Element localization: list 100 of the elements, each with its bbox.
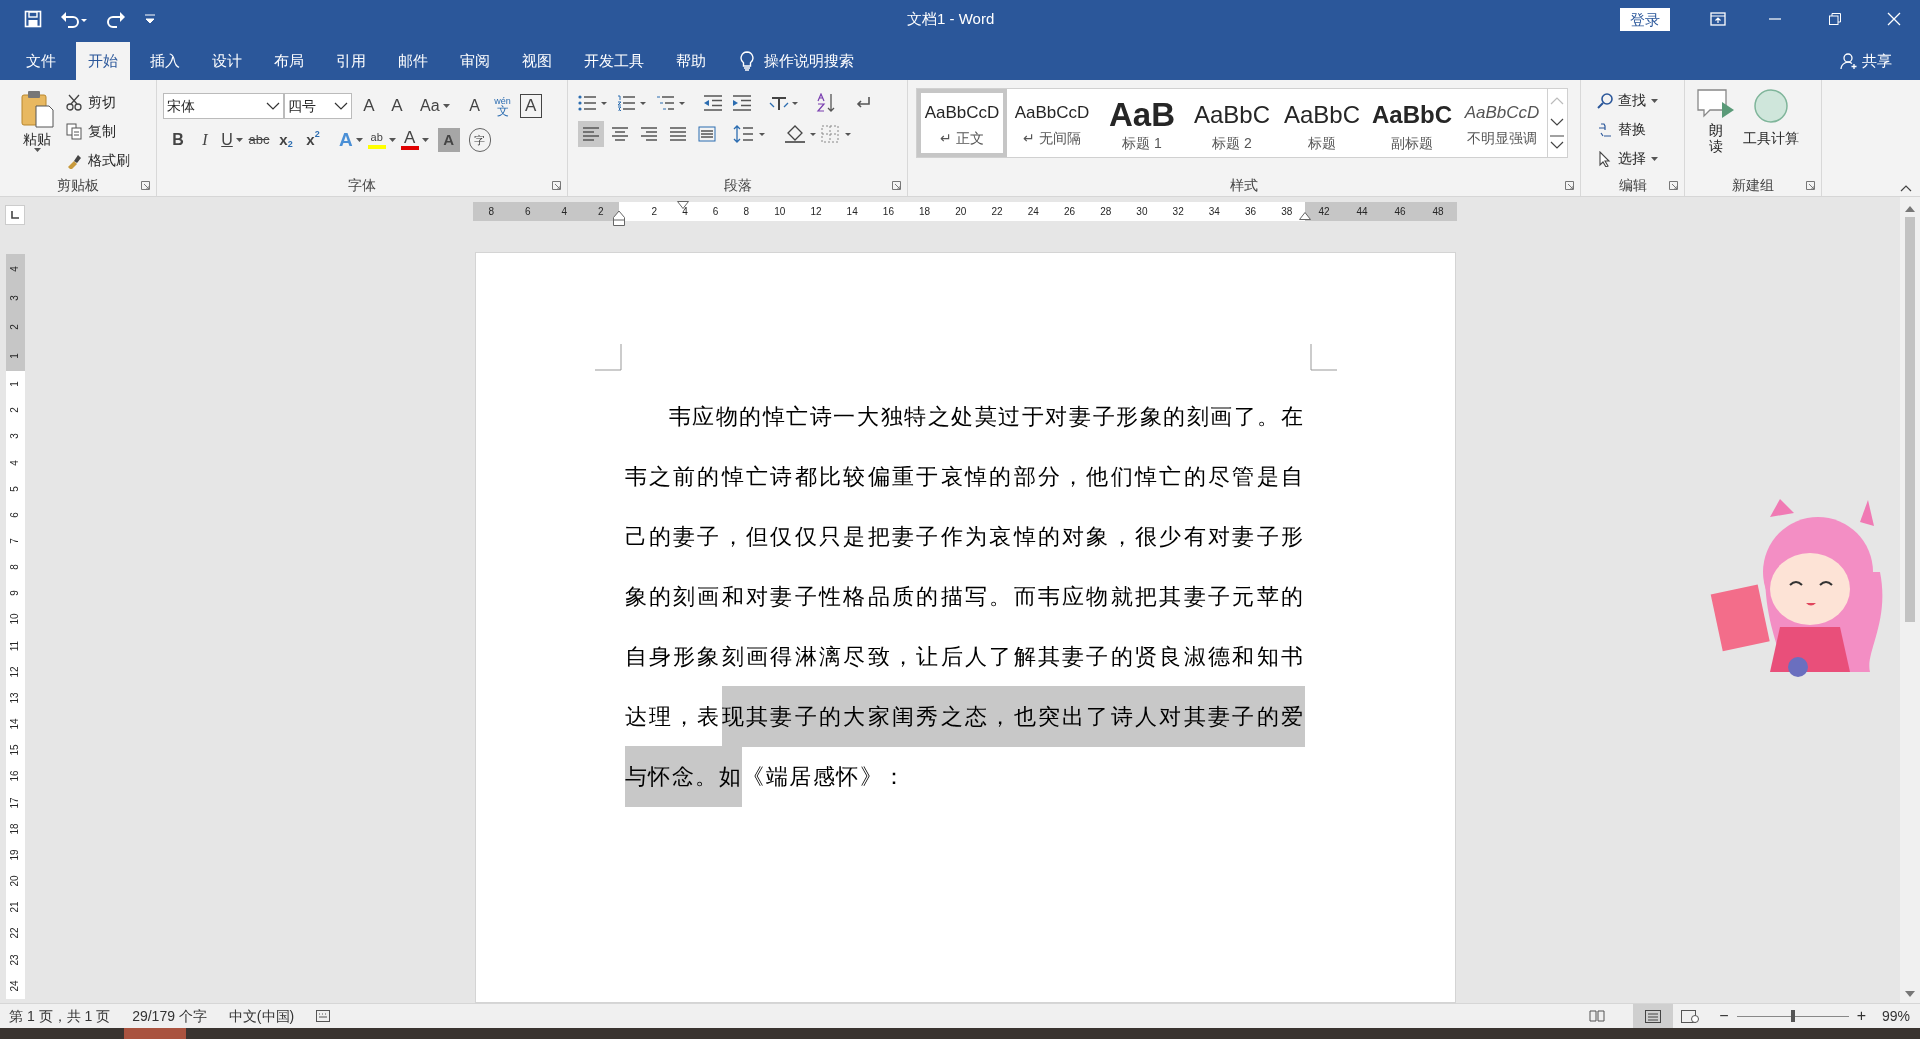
customize-toolbar-icon[interactable] bbox=[144, 14, 156, 24]
zoom-slider[interactable] bbox=[1736, 1010, 1849, 1022]
replace-button[interactable]: 替换 bbox=[1597, 117, 1684, 142]
caret-icon[interactable] bbox=[1651, 98, 1658, 103]
undo-icon[interactable] bbox=[60, 10, 88, 28]
highlight-button[interactable]: ab bbox=[367, 128, 396, 152]
zoom-out-button[interactable]: − bbox=[1719, 1004, 1729, 1028]
caret-icon[interactable] bbox=[388, 138, 396, 142]
numbering-icon[interactable] bbox=[617, 95, 647, 111]
ruler-number: 22 bbox=[991, 205, 1003, 219]
select-button[interactable]: 选择 bbox=[1597, 146, 1684, 171]
ruler-number: 36 bbox=[1245, 205, 1257, 219]
ribbon-tab[interactable]: 插入 bbox=[138, 42, 192, 80]
zoom-percentage[interactable]: 99% bbox=[1881, 1005, 1910, 1027]
dialog-launcher-icon[interactable] bbox=[1565, 181, 1574, 190]
character-shading-button[interactable]: A bbox=[437, 128, 460, 152]
ribbon-tab[interactable]: 文件 bbox=[14, 42, 68, 80]
zoom-slider-thumb[interactable] bbox=[1790, 1010, 1795, 1022]
bullets-icon[interactable] bbox=[578, 95, 608, 111]
caret-icon[interactable] bbox=[442, 104, 450, 108]
web-layout-icon[interactable] bbox=[1681, 1009, 1700, 1023]
decrease-indent-icon[interactable] bbox=[703, 95, 723, 111]
style-option[interactable]: AaBbC 副标题 bbox=[1367, 89, 1457, 157]
tab-selector[interactable] bbox=[5, 205, 25, 225]
style-option[interactable]: AaBbC 标题 bbox=[1277, 89, 1367, 157]
ribbon-tab[interactable]: 邮件 bbox=[386, 42, 440, 80]
read-aloud-button[interactable]: 朗读 bbox=[1699, 88, 1733, 174]
style-option[interactable]: AaBbCcD 不明显强调 bbox=[1457, 89, 1547, 157]
shrink-font-button[interactable]: A bbox=[386, 94, 408, 118]
italic-button[interactable]: I bbox=[194, 128, 216, 152]
vertical-scrollbar[interactable] bbox=[1900, 197, 1920, 1003]
caret-icon[interactable] bbox=[421, 138, 429, 142]
status-text[interactable]: 第 1 页，共 1 页 bbox=[9, 1005, 111, 1027]
tool-calculate-button[interactable]: 工具计算 bbox=[1743, 88, 1799, 174]
ribbon-tab[interactable]: 布局 bbox=[262, 42, 316, 80]
clipboard-command[interactable]: 格式刷 bbox=[66, 148, 130, 173]
change-case-button[interactable]: Aa bbox=[420, 94, 450, 118]
font-color-button[interactable]: A bbox=[400, 128, 429, 152]
caret-icon[interactable] bbox=[1651, 156, 1658, 161]
redo-icon[interactable] bbox=[106, 10, 126, 28]
style-option[interactable]: AaBbCcD ↵ 正文 bbox=[917, 89, 1007, 157]
ribbon-tab[interactable]: 审阅 bbox=[448, 42, 502, 80]
phonetic-guide-button[interactable]: wén 文 bbox=[491, 94, 514, 118]
status-text[interactable]: 中文(中国) bbox=[228, 1005, 295, 1027]
caret-icon[interactable] bbox=[33, 148, 41, 152]
clear-formatting-button[interactable]: A bbox=[463, 94, 486, 118]
dialog-launcher-icon[interactable] bbox=[1806, 181, 1815, 190]
restore-icon[interactable] bbox=[1829, 13, 1841, 25]
bold-button[interactable]: B bbox=[167, 128, 189, 152]
font-size-dropdown[interactable]: 四号 bbox=[284, 93, 352, 119]
style-option[interactable]: AaB 标题 1 bbox=[1097, 89, 1187, 157]
clipboard-command[interactable]: 剪切 bbox=[66, 90, 130, 115]
tell-me-search[interactable]: 操作说明搜索 bbox=[764, 49, 854, 73]
keyboard-icon[interactable] bbox=[316, 1010, 331, 1022]
dialog-launcher-icon[interactable] bbox=[552, 181, 561, 190]
dialog-launcher-icon[interactable] bbox=[141, 181, 150, 190]
multilevel-list-icon[interactable] bbox=[656, 95, 686, 111]
ribbon-tab[interactable]: 设计 bbox=[200, 42, 254, 80]
ribbon-tab[interactable]: 视图 bbox=[510, 42, 564, 80]
shading-bucket-icon[interactable] bbox=[784, 124, 818, 144]
find-button[interactable]: 查找 bbox=[1597, 88, 1684, 113]
zoom-in-button[interactable]: + bbox=[1856, 1004, 1866, 1028]
line-spacing-icon[interactable] bbox=[733, 125, 767, 143]
ribbon-display-options-icon[interactable] bbox=[1710, 12, 1726, 26]
left-indent-marker-icon[interactable] bbox=[613, 210, 625, 226]
text-direction-icon[interactable] bbox=[769, 94, 799, 112]
font-name-dropdown[interactable]: 宋体 bbox=[163, 93, 284, 119]
caret-icon[interactable] bbox=[355, 138, 363, 142]
style-option[interactable]: AaBbCcD ↵ 无间隔 bbox=[1007, 89, 1097, 157]
dialog-launcher-icon[interactable] bbox=[1669, 181, 1678, 190]
scroll-up-icon[interactable] bbox=[1905, 206, 1915, 212]
login-button[interactable]: 登录 bbox=[1620, 7, 1670, 31]
share-button[interactable]: 共享 bbox=[1862, 49, 1892, 73]
ruler-number: 8 bbox=[488, 205, 495, 219]
increase-indent-icon[interactable] bbox=[732, 95, 752, 111]
print-layout-button[interactable] bbox=[1633, 1004, 1674, 1028]
status-text[interactable]: 29/179 个字 bbox=[132, 1005, 207, 1027]
ribbon-tab[interactable]: 开发工具 bbox=[572, 42, 656, 80]
ribbon-tab[interactable]: 帮助 bbox=[664, 42, 718, 80]
close-icon[interactable] bbox=[1887, 12, 1901, 26]
align-left-button[interactable] bbox=[578, 121, 604, 147]
save-icon[interactable] bbox=[24, 10, 42, 28]
ribbon-tab[interactable]: 开始 bbox=[76, 42, 130, 80]
paste-button[interactable]: 粘贴 bbox=[14, 88, 60, 174]
dialog-launcher-icon[interactable] bbox=[892, 181, 901, 190]
clipboard-command[interactable]: 复制 bbox=[66, 119, 130, 144]
first-line-indent-marker-icon[interactable] bbox=[677, 201, 689, 209]
read-mode-icon[interactable] bbox=[1589, 1010, 1606, 1022]
ribbon-tab[interactable]: 引用 bbox=[324, 42, 378, 80]
scroll-down-icon[interactable] bbox=[1905, 991, 1915, 997]
sort-icon[interactable] bbox=[816, 93, 836, 113]
collapse-ribbon-icon[interactable] bbox=[1900, 184, 1912, 192]
right-indent-marker-icon[interactable] bbox=[1299, 212, 1311, 220]
style-option[interactable]: AaBbC 标题 2 bbox=[1187, 89, 1277, 157]
character-border-button[interactable]: A bbox=[519, 94, 542, 118]
group-label: 字体 bbox=[348, 175, 376, 195]
underline-button[interactable]: U bbox=[221, 128, 243, 152]
strikethrough-button[interactable]: abc bbox=[248, 128, 270, 152]
caret-icon[interactable] bbox=[235, 138, 243, 142]
grow-font-button[interactable]: A bbox=[358, 94, 380, 118]
